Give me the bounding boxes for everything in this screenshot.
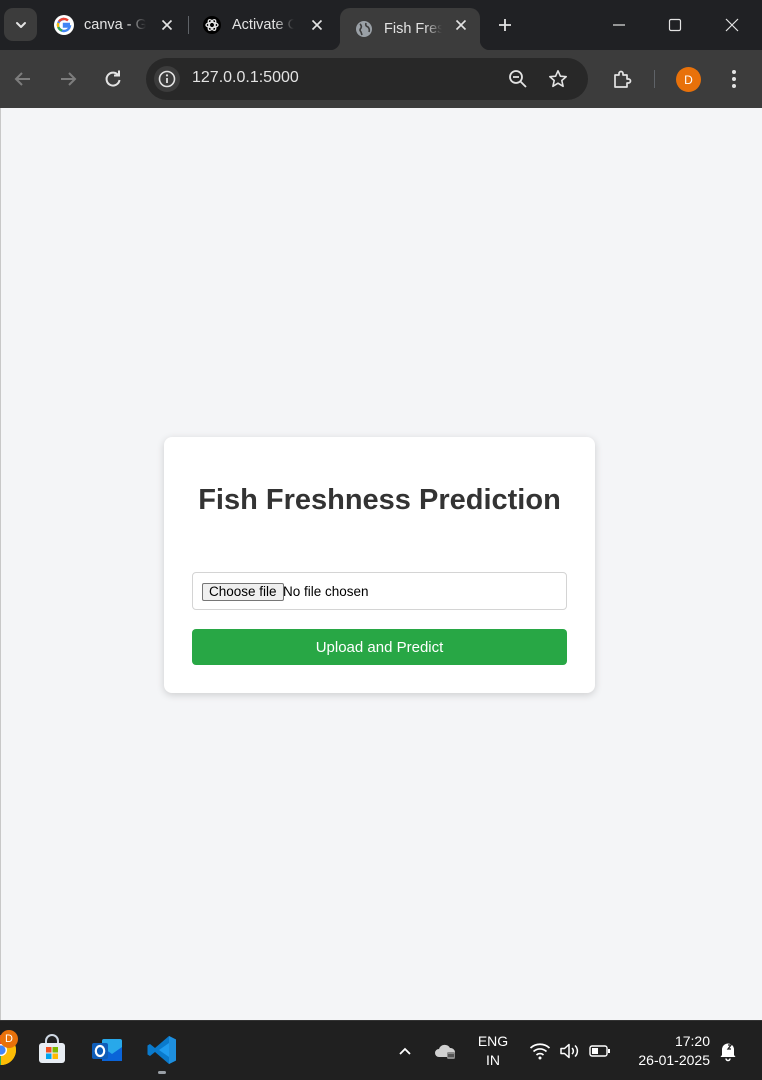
arrow-right-icon: [61, 72, 77, 86]
tab-title: canva - Google Search: [84, 17, 146, 33]
taskbar-microsoft-store[interactable]: [35, 1033, 69, 1067]
puzzle-icon: [614, 70, 632, 88]
reload-icon: [105, 70, 121, 87]
tab-search-button[interactable]: [4, 8, 37, 41]
file-input[interactable]: Choose file No file chosen: [192, 572, 567, 610]
upload-card: Fish Freshness Prediction Choose file No…: [164, 437, 595, 693]
clock-date: 26-01-2025: [638, 1052, 710, 1068]
input-language[interactable]: ENG IN: [474, 1032, 512, 1070]
google-g-icon: [54, 15, 74, 35]
close-icon: [725, 18, 739, 32]
new-tab-button[interactable]: [494, 14, 516, 36]
close-tab-icon[interactable]: [308, 16, 326, 34]
chrome-profile-badge: D: [0, 1030, 18, 1048]
tab-chatgpt[interactable]: Activate ChatGPT: [188, 8, 336, 42]
notifications-button[interactable]: [716, 1039, 740, 1063]
language-region: IN: [486, 1052, 500, 1068]
globe-icon: [354, 19, 374, 39]
tab-title: Activate ChatGPT: [232, 17, 294, 33]
cloud-icon: [435, 1044, 456, 1059]
running-indicator: [158, 1071, 166, 1074]
vscode-icon: [147, 1036, 176, 1064]
taskbar-outlook[interactable]: [90, 1033, 124, 1067]
network-tray[interactable]: [528, 1039, 552, 1063]
page-viewport: Fish Freshness Prediction Choose file No…: [0, 108, 762, 1020]
speaker-icon: [560, 1043, 579, 1059]
site-info-button[interactable]: [154, 66, 180, 92]
close-tab-icon[interactable]: [452, 16, 470, 34]
extensions-button[interactable]: [608, 65, 636, 93]
close-tab-icon[interactable]: [158, 16, 176, 34]
arrow-left-icon: [14, 72, 30, 86]
toolbar-separator: [654, 70, 655, 88]
clock-time: 17:20: [674, 1033, 710, 1049]
info-icon: [158, 70, 176, 88]
windows-taskbar: D ENG IN 17:20 26-01-2025: [0, 1020, 762, 1080]
maximize-icon: [668, 18, 682, 32]
kebab-menu-icon: [732, 70, 736, 88]
zoom-button[interactable]: [506, 67, 530, 91]
star-icon: [549, 70, 567, 88]
wifi-icon: [529, 1043, 551, 1060]
upload-and-predict-button[interactable]: Upload and Predict: [192, 629, 567, 665]
zoom-out-icon: [509, 70, 527, 88]
taskbar-vscode[interactable]: [145, 1033, 179, 1067]
system-clock[interactable]: 17:20 26-01-2025: [618, 1032, 710, 1070]
tab-fish-freshness[interactable]: Fish Freshness Prediction: [330, 8, 490, 50]
tab-title: Fish Freshness Prediction: [384, 21, 442, 37]
reload-button[interactable]: [100, 66, 126, 92]
show-hidden-icons-button[interactable]: [393, 1039, 417, 1063]
file-status-text: No file chosen: [283, 584, 369, 599]
address-bar[interactable]: 127.0.0.1:5000: [146, 58, 588, 100]
bookmark-button[interactable]: [546, 67, 570, 91]
outlook-icon: [92, 1039, 122, 1061]
microsoft-store-icon: [39, 1034, 65, 1063]
onedrive-tray[interactable]: [433, 1039, 457, 1063]
chevron-up-icon: [399, 1047, 411, 1055]
minimize-icon: [613, 24, 625, 26]
back-button[interactable]: [10, 66, 36, 92]
browser-toolbar: 127.0.0.1:5000 D: [0, 50, 762, 108]
tab-strip: canva - Google Search Activate ChatGPT: [0, 0, 762, 50]
notification-bell-icon: [720, 1043, 736, 1062]
forward-button[interactable]: [55, 66, 81, 92]
tab-google-search[interactable]: canva - Google Search: [40, 8, 186, 42]
battery-icon: [589, 1045, 610, 1057]
menu-button[interactable]: [720, 65, 748, 93]
battery-tray[interactable]: [588, 1039, 612, 1063]
chevron-down-icon: [15, 21, 26, 28]
chatgpt-icon: [202, 15, 222, 35]
volume-tray[interactable]: [558, 1039, 582, 1063]
minimize-button[interactable]: [606, 12, 632, 38]
close-window-button[interactable]: [719, 12, 745, 38]
choose-file-button[interactable]: Choose file: [202, 583, 284, 601]
page-title: Fish Freshness Prediction: [198, 484, 561, 516]
url-text[interactable]: 127.0.0.1:5000: [192, 69, 299, 87]
plus-icon: [499, 19, 511, 31]
language-code: ENG: [477, 1033, 509, 1049]
maximize-button[interactable]: [662, 12, 688, 38]
profile-avatar[interactable]: D: [676, 67, 701, 92]
